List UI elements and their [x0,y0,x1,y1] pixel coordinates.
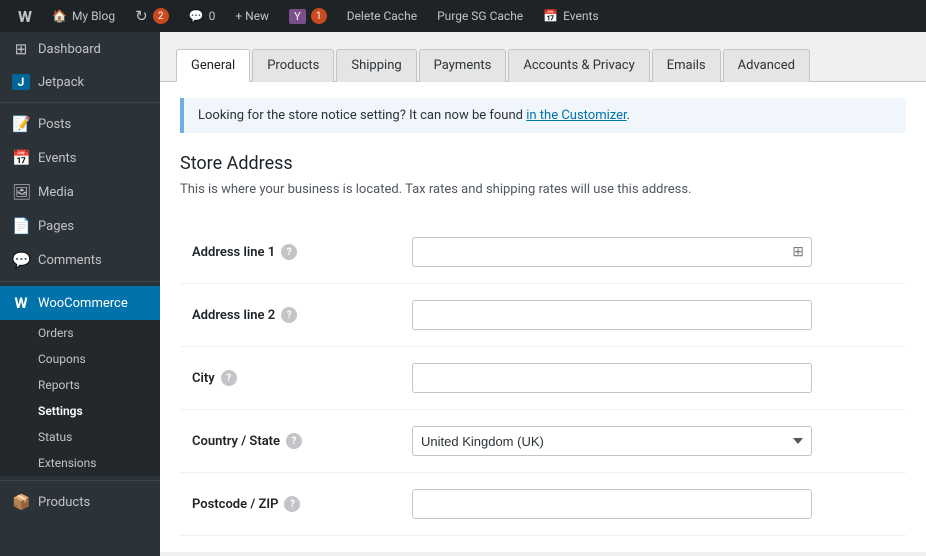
products-icon: 📦 [12,493,30,511]
address1-input-wrapper: ⊞ [412,237,812,267]
updates-count: 2 [153,8,169,24]
tab-accounts-privacy[interactable]: Accounts & Privacy [508,49,649,82]
address1-field-icon: ⊞ [792,244,804,260]
country-select[interactable]: United Kingdom (UK) United States (US) G… [412,426,812,456]
divider-1 [0,102,160,103]
table-row: City ? [180,347,906,410]
plus-icon: + New [235,9,269,23]
updates-icon: ↻ [135,7,148,25]
sidebar-sub-settings[interactable]: Settings [0,398,160,424]
woo-submenu: Orders Coupons Reports Settings Status E… [0,320,160,476]
sidebar-item-events[interactable]: 📅 Events [0,141,160,175]
pages-icon: 📄 [12,217,30,235]
settings-tabs: General Products Shipping Payments Accou… [160,32,926,82]
sidebar-sub-status[interactable]: Status [0,424,160,450]
postcode-input-cell [400,473,906,536]
sidebar-item-dashboard[interactable]: ⊞ Dashboard [0,32,160,66]
wp-logo-icon: W [18,7,32,26]
customizer-link[interactable]: in the Customizer [526,108,626,123]
purge-sg-item[interactable]: Purge SG Cache [427,0,533,32]
postcode-help-icon[interactable]: ? [284,496,300,512]
tab-products[interactable]: Products [252,49,334,82]
new-content-item[interactable]: + New [225,0,279,32]
city-label-cell: City ? [180,347,400,410]
delete-cache-item[interactable]: Delete Cache [337,0,427,32]
postcode-input[interactable] [412,489,812,519]
sidebar-item-posts[interactable]: 📝 Posts [0,107,160,141]
sidebar-sub-orders[interactable]: Orders [0,320,160,346]
postcode-label-cell: Postcode / ZIP ? [180,473,400,536]
admin-bar: W 🏠 My Blog ↻ 2 💬 0 + New Y 1 Delete Cac… [0,0,926,32]
table-row: Address line 2 ? [180,284,906,347]
events-sidebar-icon: 📅 [12,149,30,167]
store-address-title: Store Address [180,153,906,174]
tab-shipping[interactable]: Shipping [336,49,416,82]
woocommerce-icon: W [12,294,30,312]
sidebar-item-comments[interactable]: 💬 Comments [0,243,160,277]
sidebar-sub-extensions[interactable]: Extensions [0,450,160,476]
sidebar-sub-reports[interactable]: Reports [0,372,160,398]
home-icon: 🏠 [52,9,67,23]
posts-icon: 📝 [12,115,30,133]
sidebar-sub-coupons[interactable]: Coupons [0,346,160,372]
updates-item[interactable]: ↻ 2 [125,0,179,32]
address2-input-cell [400,284,906,347]
tab-payments[interactable]: Payments [419,49,507,82]
store-address-form: Address line 1 ? ⊞ [180,221,906,536]
jetpack-icon: J [12,74,30,90]
sidebar-item-pages[interactable]: 📄 Pages [0,209,160,243]
city-input[interactable] [412,363,812,393]
store-address-desc: This is where your business is located. … [180,182,906,197]
divider-2 [0,281,160,282]
country-input-cell: United Kingdom (UK) United States (US) G… [400,410,906,473]
dashboard-icon: ⊞ [12,40,30,58]
city-help-icon[interactable]: ? [221,370,237,386]
tab-emails[interactable]: Emails [652,49,721,82]
general-settings-content: Looking for the store notice setting? It… [160,82,926,552]
table-row: Address line 1 ? ⊞ [180,221,906,284]
main-content: General Products Shipping Payments Accou… [160,32,926,556]
sidebar-item-jetpack[interactable]: J Jetpack [0,66,160,98]
sidebar: ⊞ Dashboard J Jetpack 📝 Posts 📅 Events 🖼… [0,32,160,556]
tab-advanced[interactable]: Advanced [723,49,810,82]
my-blog-item[interactable]: 🏠 My Blog [42,0,125,32]
yoast-item[interactable]: Y 1 [279,0,337,32]
address2-input[interactable] [412,300,812,330]
calendar-icon: 📅 [543,9,558,23]
comments-sidebar-icon: 💬 [12,251,30,269]
yoast-icon: Y [289,9,306,24]
address1-input[interactable] [412,237,812,267]
store-notice-info: Looking for the store notice setting? It… [180,98,906,133]
comments-icon: 💬 [189,9,204,23]
events-item[interactable]: 📅 Events [533,0,608,32]
country-help-icon[interactable]: ? [286,433,302,449]
address1-input-cell: ⊞ [400,221,906,284]
comments-item[interactable]: 💬 0 [179,0,226,32]
city-input-cell [400,347,906,410]
country-label-cell: Country / State ? [180,410,400,473]
tab-general[interactable]: General [176,49,250,82]
sidebar-item-products[interactable]: 📦 Products [0,485,160,519]
address2-label-cell: Address line 2 ? [180,284,400,347]
sidebar-item-woocommerce[interactable]: W WooCommerce [0,286,160,320]
divider-3 [0,480,160,481]
sidebar-item-media[interactable]: 🖼 Media [0,175,160,209]
yoast-count: 1 [311,8,327,24]
address1-label-cell: Address line 1 ? [180,221,400,284]
address2-help-icon[interactable]: ? [281,307,297,323]
address1-help-icon[interactable]: ? [281,244,297,260]
table-row: Country / State ? United Kingdom (UK) Un… [180,410,906,473]
wp-logo-item[interactable]: W [8,0,42,32]
media-icon: 🖼 [12,183,30,201]
table-row: Postcode / ZIP ? [180,473,906,536]
